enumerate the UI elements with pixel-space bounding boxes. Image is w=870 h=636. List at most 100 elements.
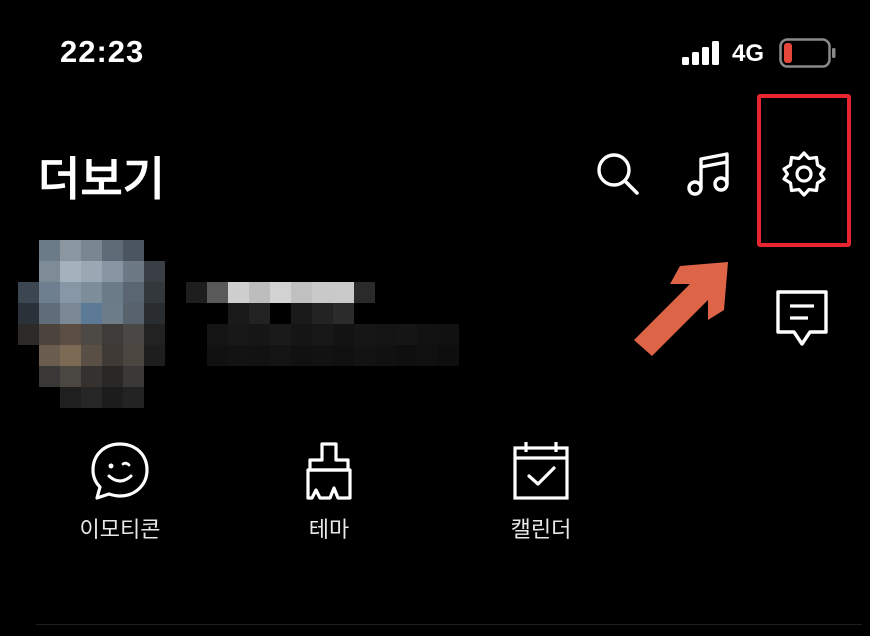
mosaic-pixel xyxy=(144,324,165,345)
page-title: 더보기 xyxy=(38,152,165,206)
network-type: 4G xyxy=(732,40,765,67)
mosaic-pixel xyxy=(312,324,333,345)
mosaic-pixel xyxy=(249,345,270,366)
mosaic-pixel xyxy=(123,303,144,324)
mosaic-pixel xyxy=(396,345,417,366)
mosaic-pixel xyxy=(102,324,123,345)
mosaic-pixel xyxy=(81,261,102,282)
mosaic-pixel xyxy=(375,345,396,366)
mosaic-pixel xyxy=(60,345,81,366)
mosaic-pixel xyxy=(123,324,144,345)
mosaic-pixel xyxy=(312,345,333,366)
mosaic-pixel xyxy=(207,282,228,303)
mosaic-pixel xyxy=(39,303,60,324)
smiley-icon xyxy=(89,440,151,502)
mosaic-pixel xyxy=(39,345,60,366)
mosaic-pixel xyxy=(270,282,291,303)
quick-menu-calendar[interactable]: 캘린더 xyxy=(471,440,611,570)
status-time: 22:23 xyxy=(60,34,145,69)
section-divider xyxy=(36,624,862,625)
message-icon[interactable] xyxy=(774,288,830,348)
mosaic-pixel xyxy=(39,240,60,261)
mosaic-pixel xyxy=(60,282,81,303)
quick-menu-label: 테마 xyxy=(308,518,350,543)
battery-icon xyxy=(779,38,837,68)
mosaic-pixel xyxy=(60,240,81,261)
mosaic-pixel xyxy=(270,324,291,345)
mosaic-pixel xyxy=(207,345,228,366)
mosaic-pixel xyxy=(123,366,144,387)
music-icon[interactable] xyxy=(686,150,734,198)
mosaic-pixel xyxy=(39,324,60,345)
mosaic-pixel xyxy=(186,282,207,303)
mosaic-pixel xyxy=(39,282,60,303)
mosaic-pixel xyxy=(102,387,123,408)
mosaic-pixel xyxy=(81,303,102,324)
mosaic-pixel xyxy=(228,303,249,324)
mosaic-pixel xyxy=(123,387,144,408)
mosaic-pixel xyxy=(249,303,270,324)
mosaic-pixel xyxy=(102,282,123,303)
mosaic-pixel xyxy=(60,261,81,282)
mosaic-pixel xyxy=(60,366,81,387)
search-icon[interactable] xyxy=(594,150,642,198)
mosaic-pixel xyxy=(144,282,165,303)
mosaic-pixel xyxy=(144,303,165,324)
mosaic-pixel xyxy=(312,303,333,324)
mosaic-pixel xyxy=(291,324,312,345)
mosaic-pixel xyxy=(375,324,396,345)
mosaic-pixel xyxy=(81,366,102,387)
mosaic-pixel xyxy=(102,261,123,282)
mosaic-pixel xyxy=(354,324,375,345)
mosaic-pixel xyxy=(102,240,123,261)
mosaic-pixel xyxy=(333,303,354,324)
mosaic-pixel xyxy=(228,324,249,345)
brush-icon xyxy=(298,440,360,502)
pointer-arrow-icon xyxy=(628,258,734,362)
mosaic-pixel xyxy=(102,303,123,324)
mosaic-pixel xyxy=(228,345,249,366)
mosaic-pixel xyxy=(39,366,60,387)
mosaic-pixel xyxy=(60,387,81,408)
mosaic-pixel xyxy=(207,324,228,345)
mosaic-pixel xyxy=(102,366,123,387)
mosaic-pixel xyxy=(81,324,102,345)
quick-menu-label: 캘린더 xyxy=(510,518,572,543)
calendar-check-icon xyxy=(510,440,572,502)
mosaic-pixel xyxy=(249,324,270,345)
quick-menu-label: 이모티콘 xyxy=(79,518,161,543)
mosaic-pixel xyxy=(60,324,81,345)
quick-menu-theme[interactable]: 테마 xyxy=(259,440,399,570)
mosaic-pixel xyxy=(312,282,333,303)
mosaic-pixel xyxy=(417,324,438,345)
settings-highlight-box xyxy=(757,94,851,247)
mosaic-pixel xyxy=(396,324,417,345)
mosaic-pixel xyxy=(354,282,375,303)
mosaic-pixel xyxy=(81,387,102,408)
mosaic-pixel xyxy=(333,345,354,366)
mosaic-pixel xyxy=(291,282,312,303)
mosaic-pixel xyxy=(228,282,249,303)
mosaic-pixel xyxy=(438,324,459,345)
mosaic-pixel xyxy=(291,303,312,324)
mosaic-pixel xyxy=(18,324,39,345)
mosaic-pixel xyxy=(333,282,354,303)
mosaic-pixel xyxy=(102,345,123,366)
mosaic-pixel xyxy=(81,345,102,366)
mosaic-pixel xyxy=(123,282,144,303)
mosaic-pixel xyxy=(123,240,144,261)
mosaic-pixel xyxy=(144,261,165,282)
mosaic-pixel xyxy=(81,240,102,261)
mosaic-pixel xyxy=(333,324,354,345)
mosaic-pixel xyxy=(438,345,459,366)
mosaic-pixel xyxy=(18,303,39,324)
mosaic-pixel xyxy=(123,261,144,282)
mosaic-pixel xyxy=(18,282,39,303)
mosaic-pixel xyxy=(354,345,375,366)
profile-pixelated-area[interactable] xyxy=(18,240,463,408)
quick-menu-emoticon[interactable]: 이모티콘 xyxy=(50,440,190,570)
mosaic-pixel xyxy=(270,345,291,366)
mosaic-pixel xyxy=(249,282,270,303)
mosaic-pixel xyxy=(144,345,165,366)
mosaic-pixel xyxy=(60,303,81,324)
